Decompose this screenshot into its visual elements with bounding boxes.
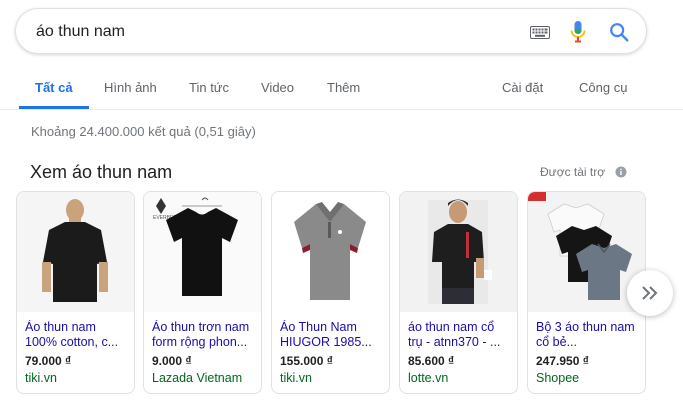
product-price: 155.000 ₫ xyxy=(280,354,333,368)
tab-all[interactable]: Tất cả xyxy=(35,80,73,95)
info-icon[interactable] xyxy=(615,166,627,178)
tab-more[interactable]: Thêm xyxy=(327,80,360,95)
product-image[interactable] xyxy=(272,192,389,312)
product-price: 85.600 ₫ xyxy=(408,354,455,368)
keyboard-icon[interactable] xyxy=(530,26,550,39)
tab-images[interactable]: Hình ảnh xyxy=(104,80,157,95)
tab-settings[interactable]: Cài đặt xyxy=(502,80,543,95)
product-card[interactable]: EVERBEST Áo thun trơn nam form rộng phon… xyxy=(143,191,262,394)
product-image[interactable] xyxy=(400,192,517,312)
product-title[interactable]: Áo Thun Nam HIUGOR 1985... xyxy=(280,320,384,350)
chevron-double-right-icon xyxy=(642,286,658,300)
product-card[interactable]: áo thun nam cổ trụ - atnn370 - ... 85.60… xyxy=(399,191,518,394)
tab-tools[interactable]: Công cụ xyxy=(579,80,627,95)
product-card[interactable]: Áo Thun Nam HIUGOR 1985... 155.000 ₫ tik… xyxy=(271,191,390,394)
product-card[interactable]: Áo thun nam 100% cotton, c... 79.000 ₫ t… xyxy=(16,191,135,394)
carousel-next-button[interactable] xyxy=(627,270,673,316)
product-price: 247.950 ₫ xyxy=(536,354,589,368)
product-title[interactable]: áo thun nam cổ trụ - atnn370 - ... xyxy=(408,320,512,350)
result-stats: Khoảng 24.400.000 kết quả (0,51 giây) xyxy=(31,124,256,139)
product-store: tiki.vn xyxy=(25,371,57,385)
search-icon[interactable] xyxy=(608,21,630,43)
product-title[interactable]: Áo thun nam 100% cotton, c... xyxy=(25,320,129,350)
tab-news[interactable]: Tin tức xyxy=(189,80,229,95)
sponsored-label[interactable]: Được tài trợ xyxy=(540,165,605,179)
product-price: 9.000 ₫ xyxy=(152,354,192,368)
product-price: 79.000 ₫ xyxy=(25,354,72,368)
product-store: Lazada Vietnam xyxy=(152,371,243,385)
product-image[interactable] xyxy=(17,192,134,312)
product-title[interactable]: Áo thun trơn nam form rộng phon... xyxy=(152,320,256,350)
product-store: lotte.vn xyxy=(408,371,449,385)
search-input[interactable] xyxy=(36,21,516,43)
product-image[interactable]: EVERBEST xyxy=(144,192,261,312)
shopping-title: Xem áo thun nam xyxy=(30,162,173,182)
search-tabs: Tất cả Hình ảnh Tin tức Video Thêm Cài đ… xyxy=(0,68,683,110)
tab-video[interactable]: Video xyxy=(261,80,294,95)
active-tab-indicator xyxy=(19,106,89,109)
product-store: Shopee xyxy=(536,371,580,385)
search-box[interactable] xyxy=(15,8,647,54)
product-title[interactable]: Bộ 3 áo thun nam cổ bẻ... xyxy=(536,320,640,350)
microphone-icon[interactable] xyxy=(570,20,586,44)
product-store: tiki.vn xyxy=(280,371,312,385)
